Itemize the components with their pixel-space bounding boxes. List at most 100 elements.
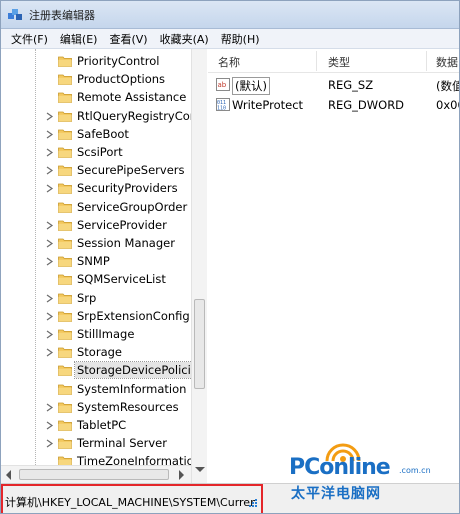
value-row-default[interactable]: ab (默认) REG_SZ (数值未设置) — [208, 75, 459, 95]
tree-item[interactable]: SystemInformation — [1, 380, 191, 398]
watermark-domain: .com.cn — [399, 466, 431, 475]
registry-key-tree[interactable]: PriorityControl ProductOptions Remote Assi… — [1, 49, 207, 483]
expand-arrow-icon[interactable] — [45, 221, 54, 230]
tree-vertical-scroll-thumb[interactable] — [194, 299, 205, 389]
tree-item[interactable]: SecurePipeServers — [1, 161, 191, 179]
menu-bar: 文件(F) 编辑(E) 查看(V) 收藏夹(A) 帮助(H) — [1, 29, 459, 49]
scroll-right-arrow-icon[interactable] — [179, 470, 184, 480]
expand-arrow-icon[interactable] — [45, 148, 54, 157]
watermark-chinese-name: 太平洋电脑网 — [291, 486, 381, 502]
tree-item-label: ServiceGroupOrder — [77, 199, 188, 214]
folder-icon — [58, 183, 72, 195]
column-header-data[interactable]: 数据 — [436, 54, 458, 70]
tree-item-label: SystemInformation — [77, 381, 187, 396]
expand-arrow-icon[interactable] — [45, 239, 54, 248]
expand-arrow-icon[interactable] — [45, 348, 54, 357]
folder-icon — [58, 293, 72, 304]
tree-item-label: SNMP — [77, 254, 110, 269]
tree-item-label: TabletPC — [77, 418, 127, 432]
tree-item-label: Terminal Server — [77, 436, 167, 451]
values-list[interactable]: 名称 类型 数据 ab (默认) REG_SZ (数值未设置) 011 110 … — [208, 49, 459, 483]
tree-item[interactable]: ServiceProvider — [1, 216, 191, 234]
folder-icon — [58, 347, 72, 359]
expand-arrow-icon[interactable] — [45, 112, 54, 121]
tree-item[interactable]: StillImage — [1, 325, 191, 343]
string-value-icon: ab — [216, 78, 230, 91]
expand-arrow-icon[interactable] — [45, 257, 54, 266]
folder-icon — [58, 56, 72, 67]
title-bar: 注册表编辑器 — [1, 1, 459, 29]
tree-horizontal-scrollbar[interactable] — [1, 465, 191, 483]
tree-item-label: Srp — [77, 290, 97, 305]
values-list-header: 名称 类型 数据 — [208, 49, 459, 73]
scroll-left-arrow-icon[interactable] — [6, 470, 11, 480]
column-header-name[interactable]: 名称 — [218, 54, 240, 70]
expand-arrow-icon[interactable] — [45, 330, 54, 339]
scroll-down-arrow-icon[interactable] — [195, 467, 205, 472]
value-type: REG_DWORD — [328, 98, 405, 112]
tree-item[interactable]: SystemResources — [1, 398, 191, 416]
menu-help[interactable]: 帮助(H) — [215, 31, 266, 47]
expand-arrow-icon[interactable] — [45, 312, 54, 321]
status-path-highlight — [1, 484, 263, 513]
tree-item[interactable]: RtlQueryRegistryConf — [1, 107, 191, 125]
folder-icon — [58, 311, 72, 322]
expand-arrow-icon[interactable] — [45, 439, 54, 448]
column-header-type[interactable]: 类型 — [328, 54, 350, 70]
tree-item[interactable]: Srp — [1, 289, 191, 307]
tree-item-label: Session Manager — [77, 236, 175, 250]
svg-text:ab: ab — [218, 81, 227, 89]
expand-arrow-icon[interactable] — [45, 403, 54, 412]
tree-item[interactable]: SNMP — [1, 252, 191, 270]
expand-arrow-icon[interactable] — [45, 184, 54, 193]
tree-item[interactable]: Remote Assistance — [1, 88, 191, 106]
folder-icon — [58, 147, 72, 158]
registry-editor-icon — [8, 8, 22, 20]
tree-item[interactable]: ScsiPort — [1, 143, 191, 161]
tree-vertical-scrollbar[interactable] — [191, 49, 207, 483]
tree-item[interactable]: StorageDevicePolicies — [1, 361, 191, 380]
folder-icon — [58, 402, 72, 413]
tree-item[interactable]: SQMServiceList — [1, 270, 191, 288]
value-row-writeprotect[interactable]: 011 110 WriteProtect REG_DWORD 0x0000000… — [208, 95, 459, 115]
value-data: (数值未设置) — [436, 79, 459, 93]
folder-icon — [58, 74, 72, 86]
pconline-watermark: PConline .com.cn 太平洋电脑网 — [283, 439, 459, 502]
watermark-brand: PConline — [289, 455, 391, 480]
tree-item[interactable]: Session Manager — [1, 234, 191, 252]
expand-arrow-icon[interactable] — [45, 421, 54, 430]
tree-item[interactable]: PriorityControl — [1, 52, 191, 70]
tree-item[interactable]: ServiceGroupOrder — [1, 198, 191, 216]
expand-arrow-icon[interactable] — [45, 294, 54, 303]
tree-item[interactable]: SrpExtensionConfig — [1, 307, 191, 325]
value-data: 0x00000000 — [436, 98, 459, 112]
folder-icon — [58, 384, 72, 395]
tree-horizontal-scroll-thumb[interactable] — [19, 469, 169, 480]
tree-item-label: SecurityProviders — [77, 181, 178, 196]
tree-item[interactable]: TabletPC — [1, 416, 191, 434]
folder-icon — [58, 420, 72, 431]
menu-favorites[interactable]: 收藏夹(A) — [154, 31, 215, 47]
expand-arrow-icon[interactable] — [45, 166, 54, 175]
tree-item[interactable]: ProductOptions — [1, 70, 191, 88]
tree-item-label: SystemResources — [77, 399, 179, 414]
folder-icon — [58, 329, 72, 340]
menu-edit[interactable]: 编辑(E) — [54, 31, 104, 47]
menu-file[interactable]: 文件(F) — [5, 31, 54, 47]
tree-item[interactable]: Terminal Server — [1, 434, 191, 452]
value-name: (默认) — [232, 77, 270, 95]
tree-item[interactable]: SafeBoot — [1, 125, 191, 143]
folder-icon — [58, 274, 72, 286]
tree-item[interactable]: Storage — [1, 343, 191, 361]
value-name: WriteProtect — [232, 98, 304, 112]
registry-editor-window: 注册表编辑器 文件(F) 编辑(E) 查看(V) 收藏夹(A) 帮助(H) Pr… — [0, 0, 460, 514]
column-divider[interactable] — [316, 51, 317, 71]
tree-item-label: ScsiPort — [77, 145, 123, 159]
tree-item[interactable]: SecurityProviders — [1, 179, 191, 197]
column-divider[interactable] — [426, 51, 427, 71]
menu-view[interactable]: 查看(V) — [103, 31, 153, 47]
tree-item-label: ProductOptions — [77, 72, 166, 87]
expand-arrow-icon[interactable] — [45, 130, 54, 139]
tree-item-label: Storage — [77, 345, 122, 360]
tree-item-label: StillImage — [77, 327, 135, 341]
